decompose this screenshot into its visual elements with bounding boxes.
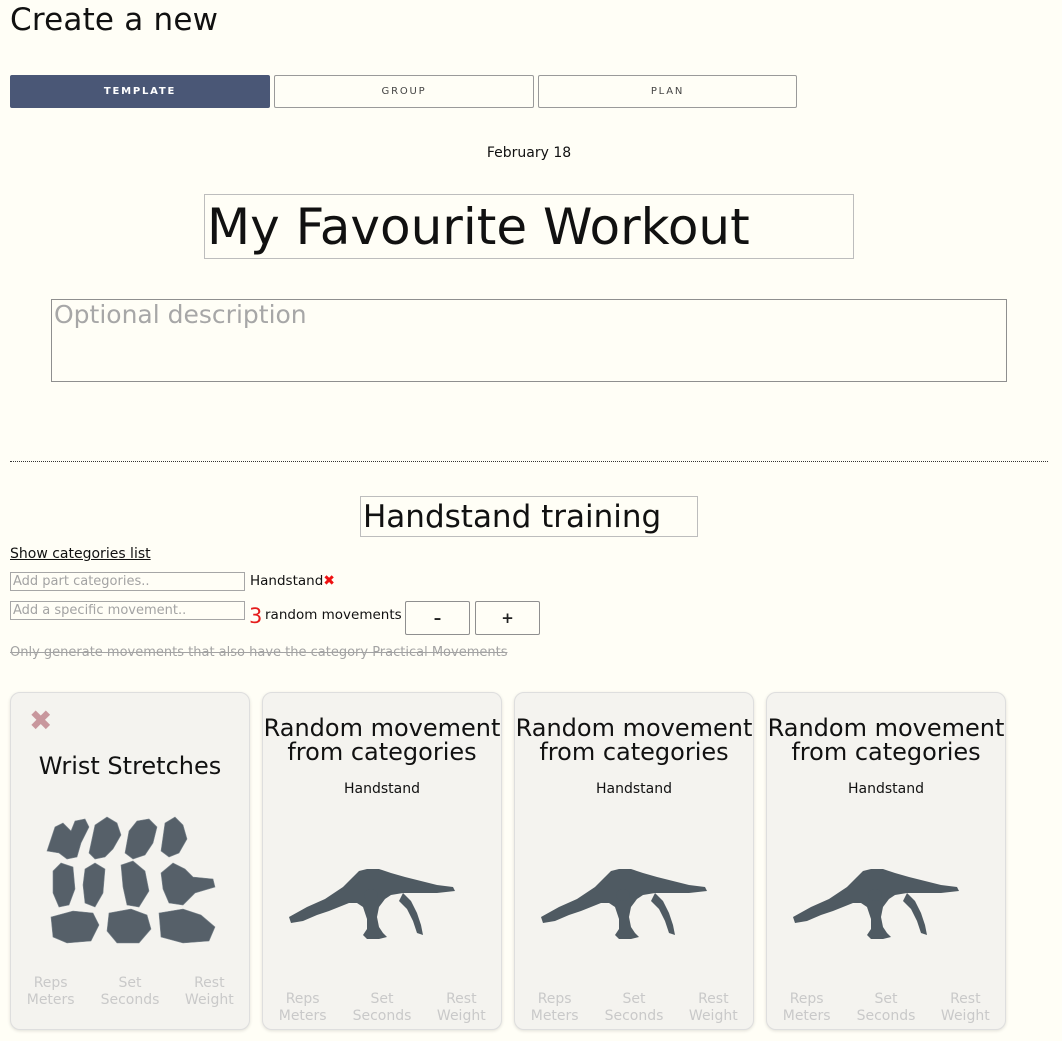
- remove-card-icon[interactable]: ✖: [29, 707, 52, 735]
- title-line-2: from categories: [791, 738, 981, 766]
- seconds-label: Seconds: [352, 1008, 412, 1024]
- random-movement-card[interactable]: Random movement from categories Handstand…: [766, 692, 1006, 1030]
- rest-label: Rest: [194, 975, 225, 991]
- movement-title: Random movement from categories: [767, 716, 1005, 764]
- handstand-silhouette: [793, 869, 959, 939]
- meters-label: Meters: [278, 1008, 327, 1024]
- rest-label: Rest: [950, 991, 981, 1007]
- category-tag-label: Handstand: [250, 573, 324, 589]
- rest-label: Rest: [698, 991, 729, 1007]
- random-count: 3: [249, 604, 263, 628]
- card-category: Handstand: [596, 781, 672, 797]
- card-category: Handstand: [344, 781, 420, 797]
- set-seconds-field[interactable]: Set Seconds: [342, 991, 421, 1025]
- card-meta-row: Reps Meters Set Seconds Rest Weight: [263, 991, 501, 1025]
- meters-label: Meters: [782, 1008, 831, 1024]
- date-label: February 18: [486, 145, 572, 161]
- section-divider: [10, 461, 1048, 462]
- reps-label: Reps: [789, 991, 824, 1007]
- category-tag: Handstand✖: [250, 573, 335, 589]
- part-name-input[interactable]: [360, 496, 698, 537]
- category-input[interactable]: [10, 572, 245, 591]
- title-line-2: from categories: [539, 738, 729, 766]
- movement-title: Random movement from categories: [263, 716, 501, 764]
- card-meta-row: Reps Meters Set Seconds Rest Weight: [11, 975, 249, 1009]
- set-seconds-field[interactable]: Set Seconds: [846, 991, 925, 1025]
- description-textarea[interactable]: [51, 299, 1007, 382]
- rest-weight-field[interactable]: Rest Weight: [170, 975, 249, 1009]
- decrement-button[interactable]: –: [405, 601, 470, 635]
- rest-label: Rest: [446, 991, 477, 1007]
- handstand-silhouette: [541, 869, 707, 939]
- reps-label: Reps: [33, 975, 68, 991]
- card-meta-row: Reps Meters Set Seconds Rest Weight: [515, 991, 753, 1025]
- random-count-label: random movements: [265, 607, 402, 623]
- tab-template[interactable]: TEMPLATE: [10, 75, 270, 108]
- page-title: Create a new: [10, 2, 219, 38]
- seconds-label: Seconds: [604, 1008, 664, 1024]
- weight-label: Weight: [688, 1008, 738, 1024]
- set-label: Set: [118, 975, 142, 991]
- set-seconds-field[interactable]: Set Seconds: [90, 975, 169, 1009]
- meters-label: Meters: [530, 1008, 579, 1024]
- card-category: Handstand: [848, 781, 924, 797]
- tab-group[interactable]: GROUP: [274, 75, 534, 108]
- movement-title: Wrist Stretches: [38, 752, 222, 780]
- tab-plan[interactable]: PLAN: [538, 75, 797, 108]
- show-categories-link[interactable]: Show categories list: [10, 546, 151, 562]
- rest-weight-field[interactable]: Rest Weight: [422, 991, 501, 1025]
- remove-category-icon[interactable]: ✖: [323, 573, 335, 589]
- seconds-label: Seconds: [856, 1008, 916, 1024]
- category-filter-toggle[interactable]: Only generate movements that also have t…: [10, 645, 507, 660]
- reps-meters-field[interactable]: Reps Meters: [515, 991, 594, 1025]
- rest-weight-field[interactable]: Rest Weight: [926, 991, 1005, 1025]
- weight-label: Weight: [436, 1008, 486, 1024]
- random-movement-card[interactable]: Random movement from categories Handstand…: [514, 692, 754, 1030]
- rest-weight-field[interactable]: Rest Weight: [674, 991, 753, 1025]
- card-meta-row: Reps Meters Set Seconds Rest Weight: [767, 991, 1005, 1025]
- meters-label: Meters: [26, 992, 75, 1008]
- increment-button[interactable]: +: [475, 601, 540, 635]
- wrist-stretches-illustration: [46, 816, 216, 944]
- reps-meters-field[interactable]: Reps Meters: [767, 991, 846, 1025]
- weight-label: Weight: [940, 1008, 990, 1024]
- set-label: Set: [370, 991, 394, 1007]
- random-movement-card[interactable]: Random movement from categories Handstand…: [262, 692, 502, 1030]
- handstand-silhouette: [289, 869, 455, 939]
- set-label: Set: [622, 991, 646, 1007]
- title-line-2: from categories: [287, 738, 477, 766]
- set-label: Set: [874, 991, 898, 1007]
- workout-name-input[interactable]: [204, 194, 854, 259]
- reps-label: Reps: [285, 991, 320, 1007]
- reps-meters-field[interactable]: Reps Meters: [263, 991, 342, 1025]
- reps-meters-field[interactable]: Reps Meters: [11, 975, 90, 1009]
- movement-card[interactable]: ✖ Wrist Stretches Reps Meters Set Seconds …: [10, 692, 250, 1030]
- reps-label: Reps: [537, 991, 572, 1007]
- weight-label: Weight: [184, 992, 234, 1008]
- set-seconds-field[interactable]: Set Seconds: [594, 991, 673, 1025]
- movement-input[interactable]: [10, 601, 245, 620]
- movement-title: Random movement from categories: [515, 716, 753, 764]
- seconds-label: Seconds: [100, 992, 160, 1008]
